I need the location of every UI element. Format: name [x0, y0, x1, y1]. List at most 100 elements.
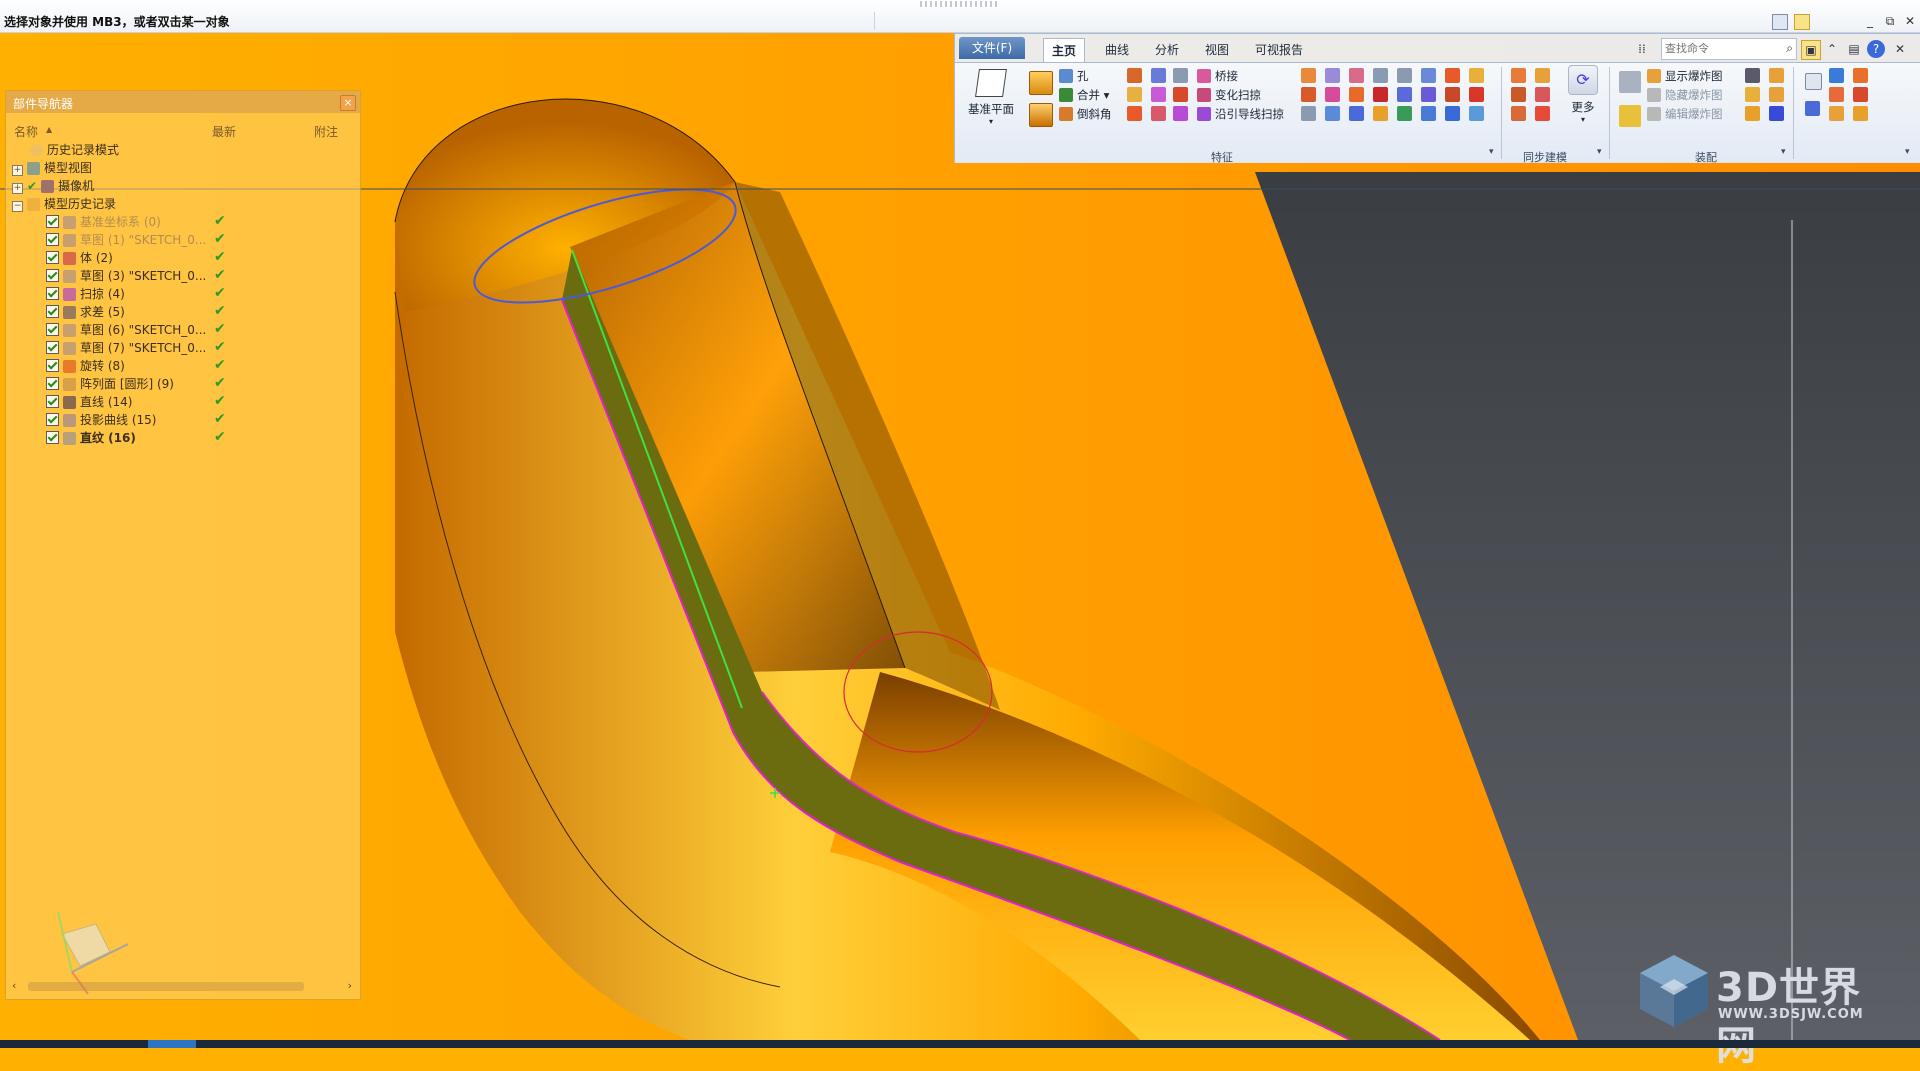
restore-button[interactable]: ⧉: [1882, 14, 1898, 30]
surface-icon-16[interactable]: [1421, 68, 1436, 83]
tree-row-feature[interactable]: 投影曲线 (15): [46, 411, 156, 429]
close-part-icon[interactable]: ✕: [1891, 40, 1909, 58]
scroll-thumb[interactable]: [28, 982, 304, 991]
surface-icon-22[interactable]: [1469, 68, 1484, 83]
collapse-icon[interactable]: −: [12, 201, 23, 212]
extrude-icon[interactable]: [1029, 71, 1053, 95]
tab-file[interactable]: 文件(F): [959, 37, 1025, 59]
surface-icon-6[interactable]: [1325, 106, 1340, 121]
surface-icon-8[interactable]: [1349, 87, 1364, 102]
window-icon[interactable]: ▣: [1801, 40, 1821, 60]
visibility-checkbox[interactable]: [46, 431, 59, 444]
scroll-left-icon[interactable]: ‹: [12, 979, 16, 992]
tree-row-feature[interactable]: 草图 (6) "SKETCH_0...: [46, 321, 206, 339]
tree-row-feature[interactable]: 草图 (7) "SKETCH_0...: [46, 339, 206, 357]
feature-expand-icon[interactable]: ▾: [1489, 147, 1494, 157]
tab-curve[interactable]: 曲线: [1097, 40, 1137, 60]
tree-row-feature[interactable]: 扫掠 (4): [46, 285, 125, 303]
help-icon[interactable]: ?: [1867, 40, 1885, 58]
column-notes[interactable]: 附注: [314, 123, 338, 140]
feature-icon-1[interactable]: [1127, 68, 1142, 83]
surface-icon-12[interactable]: [1373, 106, 1388, 121]
surface-icon-11[interactable]: [1373, 87, 1388, 102]
surface-icon-18[interactable]: [1421, 106, 1436, 121]
surface-icon-2[interactable]: [1301, 87, 1316, 102]
expand-icon[interactable]: +: [12, 165, 23, 176]
tree-row-feature[interactable]: 草图 (3) "SKETCH_0...: [46, 267, 206, 285]
surface-icon-14[interactable]: [1397, 87, 1412, 102]
surface-icon-4[interactable]: [1325, 68, 1340, 83]
surface-icon-23[interactable]: [1469, 87, 1484, 102]
visibility-checkbox[interactable]: [46, 341, 59, 354]
tab-home[interactable]: 主页: [1043, 38, 1086, 63]
assembly-icon-2[interactable]: [1745, 87, 1760, 102]
expand-icon[interactable]: +: [12, 183, 23, 194]
bridge-button[interactable]: 桥接: [1197, 67, 1238, 85]
feature-icon-6[interactable]: [1151, 106, 1166, 121]
sweep-along-guide-button[interactable]: 沿引导线扫掠: [1197, 105, 1284, 123]
assembly-icon-3[interactable]: [1745, 106, 1760, 121]
tree-row-feature[interactable]: 求差 (5): [46, 303, 125, 321]
feature-icon-2[interactable]: [1127, 87, 1142, 102]
variational-sweep-button[interactable]: 变化扫掠: [1197, 86, 1261, 104]
tab-view[interactable]: 视图: [1197, 40, 1237, 60]
surface-icon-13[interactable]: [1397, 68, 1412, 83]
tree-row-feature[interactable]: 体 (2): [46, 249, 113, 267]
collapse-ribbon-icon[interactable]: ⌃: [1823, 40, 1841, 58]
feature-icon-5[interactable]: [1151, 87, 1166, 102]
visibility-checkbox[interactable]: [46, 269, 59, 282]
search-input[interactable]: [1662, 39, 1775, 57]
feature-icon-7[interactable]: [1173, 68, 1188, 83]
assembly-icon-5[interactable]: [1769, 87, 1784, 102]
sync-icon-5[interactable]: [1535, 87, 1550, 102]
tab-visual-report[interactable]: 可视报告: [1247, 40, 1311, 60]
surface-icon-20[interactable]: [1445, 87, 1460, 102]
column-latest[interactable]: 最新: [212, 123, 236, 140]
view-icon-6[interactable]: [1853, 68, 1868, 83]
view-icon-5[interactable]: [1829, 106, 1844, 121]
visibility-checkbox[interactable]: [46, 359, 59, 372]
scroll-right-icon[interactable]: ›: [348, 979, 352, 992]
surface-icon-15[interactable]: [1397, 106, 1412, 121]
view-icon-4[interactable]: [1829, 87, 1844, 102]
surface-icon-24[interactable]: [1469, 106, 1484, 121]
surface-icon-3[interactable]: [1301, 106, 1316, 121]
assembly-expand-icon[interactable]: ▾: [1781, 147, 1786, 157]
view-icon-1[interactable]: [1805, 73, 1822, 90]
layout-toggle-active-icon[interactable]: [1794, 14, 1810, 30]
visibility-checkbox[interactable]: [46, 305, 59, 318]
tree-row-feature[interactable]: 旋转 (8): [46, 357, 125, 375]
ribbon-expand-icon[interactable]: ▾: [1905, 147, 1910, 157]
visibility-checkbox[interactable]: [46, 251, 59, 264]
visibility-checkbox[interactable]: [46, 215, 59, 228]
surface-icon-7[interactable]: [1349, 68, 1364, 83]
sync-icon-4[interactable]: [1535, 68, 1550, 83]
visibility-checkbox[interactable]: [46, 287, 59, 300]
horizontal-scrollbar[interactable]: ‹ ›: [10, 979, 354, 993]
assembly-big-icon[interactable]: [1619, 71, 1641, 93]
view-icon-3[interactable]: [1829, 68, 1844, 83]
sync-icon-3[interactable]: [1511, 106, 1526, 121]
assembly-icon-6[interactable]: [1769, 106, 1784, 121]
surface-icon-10[interactable]: [1373, 68, 1388, 83]
hole-button[interactable]: 孔: [1059, 67, 1089, 85]
feature-icon-3[interactable]: [1127, 106, 1142, 121]
add-component-icon[interactable]: [1619, 105, 1641, 127]
surface-icon-5[interactable]: [1325, 87, 1340, 102]
assembly-icon-4[interactable]: [1769, 68, 1784, 83]
sync-icon-6[interactable]: [1535, 106, 1550, 121]
assembly-icon-1[interactable]: [1745, 68, 1760, 83]
datum-plane-button[interactable]: 基准平面 ▾: [963, 67, 1019, 126]
taskbar-active-app[interactable]: [148, 1040, 196, 1048]
surface-icon-9[interactable]: [1349, 106, 1364, 121]
drag-grip-icon[interactable]: ⁞⁞: [1633, 40, 1651, 58]
view-icon-8[interactable]: [1853, 106, 1868, 121]
tree-row-feature[interactable]: 基准坐标系 (0): [46, 213, 161, 231]
visibility-checkbox[interactable]: [46, 395, 59, 408]
minimize-button[interactable]: _: [1862, 14, 1878, 30]
tree-row-model-history[interactable]: − 模型历史记录: [12, 195, 116, 213]
feature-icon-4[interactable]: [1151, 68, 1166, 83]
sync-icon-2[interactable]: [1511, 87, 1526, 102]
sync-icon-1[interactable]: [1511, 68, 1526, 83]
navigator-titlebar[interactable]: 部件导航器 ×: [6, 91, 360, 113]
